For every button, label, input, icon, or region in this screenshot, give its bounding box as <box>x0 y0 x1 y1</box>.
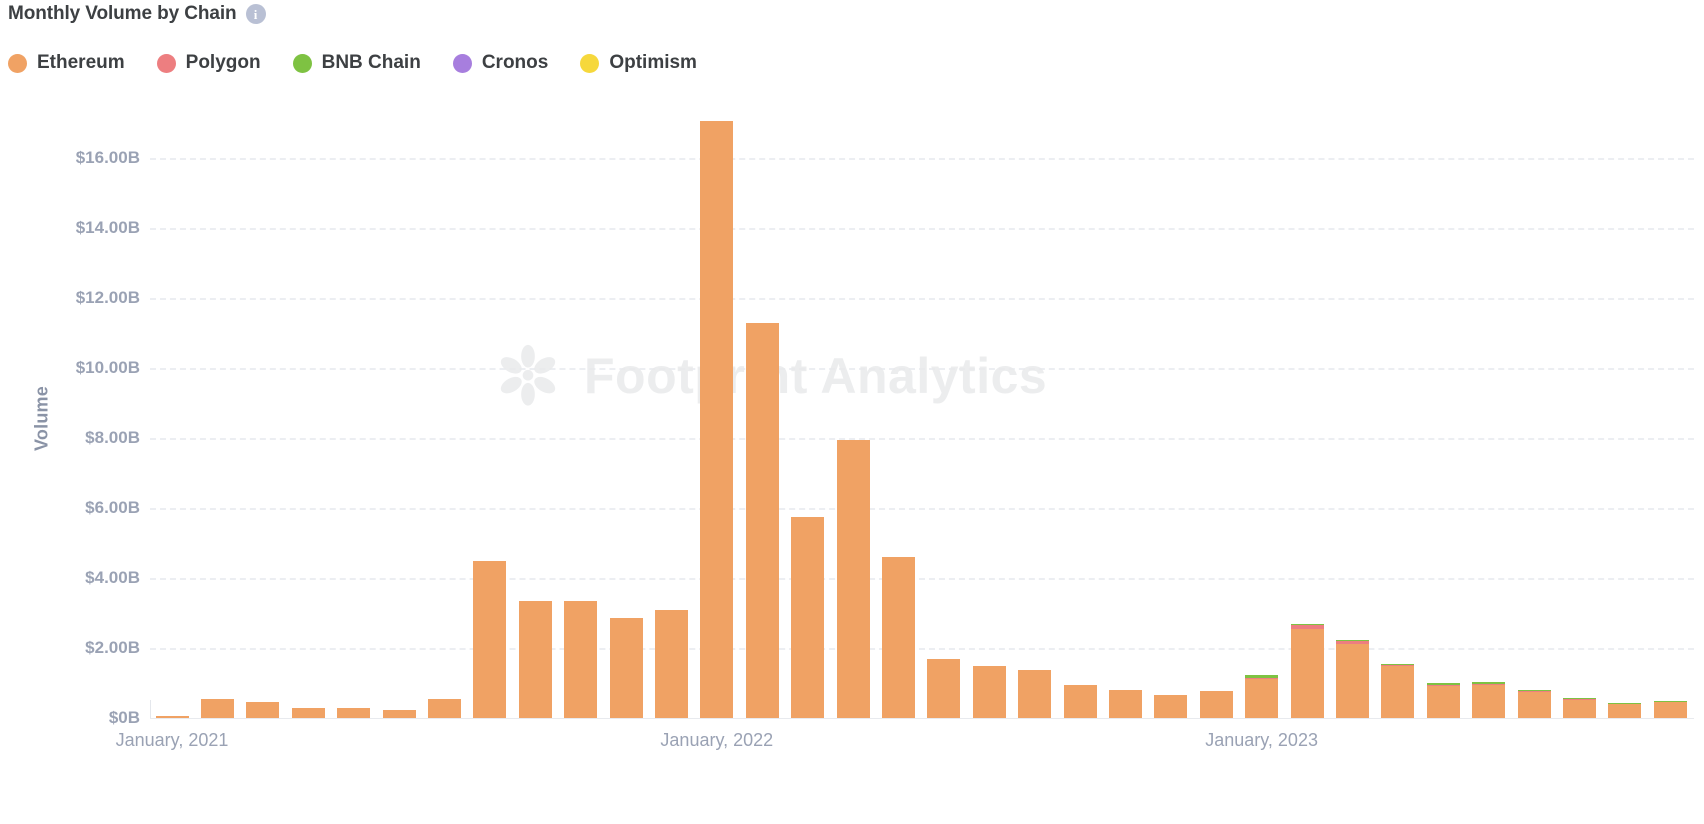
bar-segment-ethereum[interactable] <box>1653 701 1687 718</box>
bars-layer <box>0 0 1704 824</box>
bar-segment-ethereum[interactable] <box>1108 690 1142 718</box>
bar-segment-polygon[interactable] <box>1290 624 1324 629</box>
bar-segment-ethereum[interactable] <box>1562 699 1596 718</box>
bar-segment-bnb-chain[interactable] <box>1608 702 1642 704</box>
bar-segment-bnb-chain[interactable] <box>1245 674 1279 679</box>
x-axis-tick-label: January, 2022 <box>660 730 774 750</box>
bar-segment-ethereum[interactable] <box>1608 704 1642 718</box>
bar-segment-ethereum[interactable] <box>473 560 507 718</box>
bar-segment-ethereum[interactable] <box>836 439 870 718</box>
x-axis-tick-label: January, 2023 <box>1205 730 1318 750</box>
plot-area: Volume $16.00B $14.00B $12.00B $10.00B $8.00… <box>0 0 1704 824</box>
bar-segment-ethereum[interactable] <box>1517 692 1551 718</box>
bar-segment-ethereum[interactable] <box>337 707 371 718</box>
bar-segment-ethereum[interactable] <box>972 665 1006 718</box>
bar-segment-ethereum[interactable] <box>791 516 825 718</box>
bar-segment-bnb-chain[interactable] <box>1335 640 1369 641</box>
bar-segment-ethereum[interactable] <box>1199 690 1233 718</box>
bar-segment-ethereum[interactable] <box>564 600 598 718</box>
bar-segment-ethereum[interactable] <box>1472 684 1506 718</box>
bar-segment-bnb-chain[interactable] <box>1381 663 1415 665</box>
bar-segment-bnb-chain[interactable] <box>1426 683 1460 686</box>
bar-segment-bnb-chain[interactable] <box>1472 681 1506 685</box>
bar-segment-ethereum[interactable] <box>1245 678 1279 718</box>
bar-segment-ethereum[interactable] <box>246 702 280 718</box>
bar-segment-ethereum[interactable] <box>200 698 234 718</box>
x-axis-tick-label: January, 2021 <box>115 730 229 750</box>
bar-segment-ethereum[interactable] <box>1154 694 1188 718</box>
bar-segment-bnb-chain[interactable] <box>1290 623 1324 625</box>
bar-segment-ethereum[interactable] <box>427 699 461 718</box>
bar-segment-ethereum[interactable] <box>1063 684 1097 718</box>
bar-segment-ethereum[interactable] <box>609 618 643 718</box>
bar-segment-ethereum[interactable] <box>927 659 961 718</box>
x-axis-line <box>150 718 1694 719</box>
bar-segment-ethereum[interactable] <box>1426 685 1460 718</box>
bar-segment-ethereum[interactable] <box>654 610 688 718</box>
bar-segment-ethereum[interactable] <box>745 322 779 718</box>
bar-segment-ethereum[interactable] <box>881 557 915 718</box>
bar-segment-ethereum[interactable] <box>291 707 325 718</box>
bar-segment-bnb-chain[interactable] <box>1653 700 1687 702</box>
bar-segment-ethereum[interactable] <box>518 600 552 718</box>
bar-segment-ethereum[interactable] <box>700 121 734 718</box>
bar-segment-ethereum[interactable] <box>1018 670 1052 718</box>
bar-segment-ethereum[interactable] <box>1335 643 1369 718</box>
y-axis-line <box>150 700 151 718</box>
bar-segment-ethereum[interactable] <box>1290 628 1324 718</box>
bar-segment-polygon[interactable] <box>1335 641 1369 644</box>
bar-segment-ethereum[interactable] <box>1381 665 1415 718</box>
bar-segment-ethereum[interactable] <box>382 710 416 718</box>
bar-segment-bnb-chain[interactable] <box>1517 690 1551 692</box>
chart-page: Monthly Volume by Chain i Ethereum Polygo… <box>0 0 1704 824</box>
bar-segment-bnb-chain[interactable] <box>1562 698 1596 700</box>
